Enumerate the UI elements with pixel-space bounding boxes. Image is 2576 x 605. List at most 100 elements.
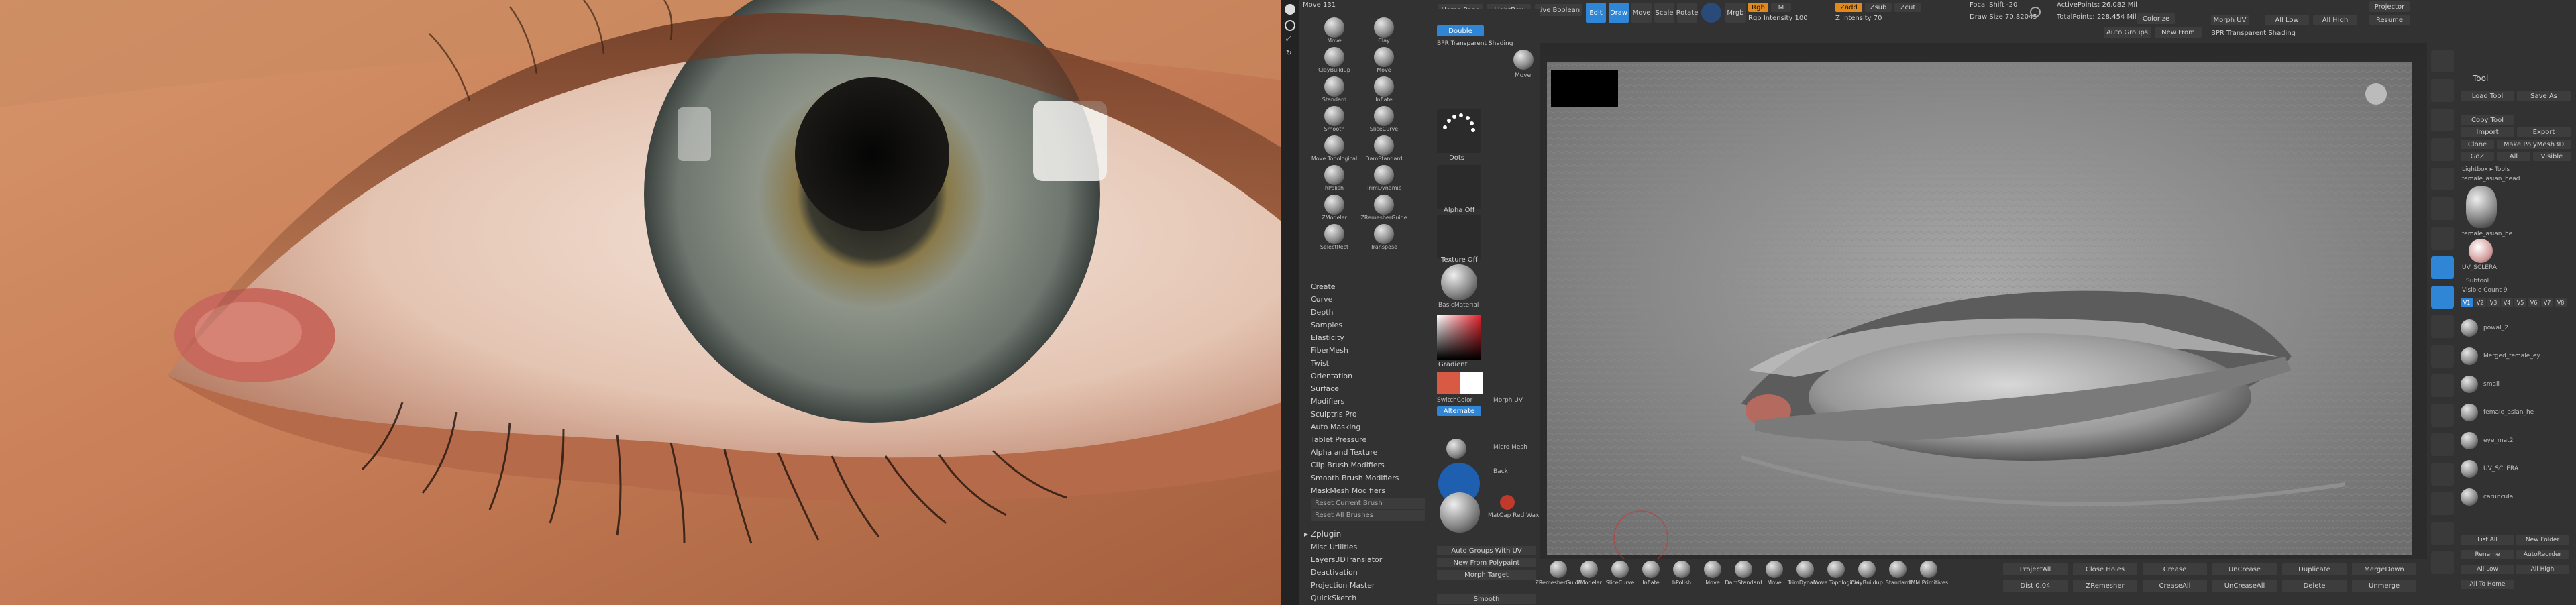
plugin-item[interactable]: Layers3DTranslator	[1299, 553, 1433, 566]
shelf-brush[interactable]: Move Topological	[1813, 561, 1859, 601]
shelf-button[interactable]: MergeDown	[2352, 563, 2416, 575]
matcap-sphere[interactable]	[1440, 492, 1480, 533]
double-button[interactable]: Double	[1437, 25, 1484, 36]
edit-button[interactable]: Edit	[1586, 3, 1606, 23]
subtool-row[interactable]: Merged_female_ey	[2461, 342, 2575, 370]
all-low-button[interactable]: All Low	[2265, 15, 2309, 25]
plugin-item[interactable]: QuickSketch	[1299, 592, 1433, 604]
new-from-polypaint-button[interactable]: New From Polypaint	[1437, 558, 1536, 567]
brush-item[interactable]: Move Topological	[1311, 135, 1358, 162]
tool-title[interactable]: Tool	[2473, 74, 2488, 83]
shelf-brush[interactable]: Inflate	[1635, 561, 1666, 601]
brush-menu-item[interactable]: Modifiers	[1299, 395, 1433, 408]
subtool-row[interactable]: caruncula	[2461, 483, 2575, 511]
view-tool-icon[interactable]	[2431, 492, 2454, 515]
subtool-action-button[interactable]: All Low	[2461, 565, 2514, 574]
alternate-button[interactable]: Alternate	[1437, 406, 1481, 416]
subtool-row[interactable]: eye_mat2	[2461, 427, 2575, 455]
shelf-button[interactable]: Crease	[2143, 563, 2207, 575]
plugin-item[interactable]: Misc Utilities	[1299, 541, 1433, 553]
brush-menu-item[interactable]: FiberMesh	[1299, 344, 1433, 357]
shelf-brush[interactable]: hPolish	[1666, 561, 1697, 601]
shelf-button[interactable]: Duplicate	[2282, 563, 2347, 575]
gizmo-head-icon[interactable]	[2365, 83, 2387, 105]
main-color-swatch[interactable]	[1437, 372, 1460, 394]
brush-item[interactable]: Clay	[1360, 17, 1407, 44]
view-tool-icon[interactable]	[2431, 79, 2454, 102]
brush-menu-item[interactable]: MaskMesh Modifiers	[1299, 484, 1433, 497]
shelf-brush[interactable]: SliceCurve	[1605, 561, 1635, 601]
subtool-action-button[interactable]: All High	[2516, 565, 2569, 574]
subtool-row[interactable]: UV_SCLERA	[2461, 455, 2575, 483]
subtool-view-button[interactable]: V6	[2528, 298, 2540, 307]
brush-item[interactable]: hPolish	[1311, 165, 1358, 192]
shelf-button[interactable]: Close Holes	[2073, 563, 2137, 575]
new-from-button[interactable]: New From	[2155, 27, 2202, 38]
scale-button[interactable]: Scale	[1654, 3, 1674, 23]
subtool-view-button[interactable]: V5	[2514, 298, 2526, 307]
alpha-thumb[interactable]	[1437, 165, 1481, 209]
brush-item[interactable]: Smooth	[1311, 106, 1358, 133]
shelf-button[interactable]: Dist 0.04	[2003, 580, 2068, 592]
goz-button[interactable]: GoZ	[2461, 152, 2494, 161]
rotate-button[interactable]: Rotate	[1676, 3, 1698, 23]
brush-menu-item[interactable]: Samples	[1299, 319, 1433, 331]
load-tool-button[interactable]: Load Tool	[2461, 91, 2514, 101]
brush-menu-item[interactable]: Tablet Pressure	[1299, 433, 1433, 446]
brush-item[interactable]: Inflate	[1360, 76, 1407, 103]
make-polymesh-button[interactable]: Make PolyMesh3D	[2497, 140, 2571, 149]
material-sphere[interactable]	[1441, 264, 1477, 300]
reset-brush-button[interactable]: Reset Current Brush	[1311, 498, 1425, 509]
micro-mesh-label[interactable]: Micro Mesh	[1493, 444, 1527, 451]
brush-menu-item[interactable]: Auto Masking	[1299, 421, 1433, 433]
subtool-row[interactable]: small	[2461, 370, 2575, 398]
shelf-brush[interactable]: ZRemesherGuide	[1535, 561, 1582, 601]
view-tool-icon[interactable]	[2431, 138, 2454, 161]
subtool-action-button[interactable]: Rename	[2461, 550, 2514, 559]
brush-item[interactable]: SliceCurve	[1360, 106, 1407, 133]
visible-button[interactable]: Visible	[2533, 152, 2571, 161]
morph-target-button[interactable]: Morph Target	[1437, 570, 1536, 580]
brush-item[interactable]: ZRemesherGuide	[1360, 195, 1407, 221]
shelf-button[interactable]: Delete	[2282, 580, 2347, 592]
dynamic-icon[interactable]	[2030, 7, 2041, 17]
view-tool-icon[interactable]	[2431, 374, 2454, 397]
subtool-header[interactable]: Subtool	[2466, 278, 2489, 284]
save-as-button[interactable]: Save As	[2517, 91, 2571, 101]
brush-item[interactable]: Standard	[1311, 76, 1358, 103]
plugin-item[interactable]: Deactivation	[1299, 566, 1433, 579]
red-wax-icon[interactable]	[1500, 495, 1515, 510]
subtool-action-button[interactable]: New Folder	[2516, 535, 2569, 545]
z-intensity-slider[interactable]: Z Intensity 70	[1835, 15, 1882, 22]
move-brush-thumb[interactable]	[1513, 50, 1534, 70]
import-button[interactable]: Import	[2461, 127, 2514, 137]
brush-menu-item[interactable]: Alpha and Texture	[1299, 446, 1433, 459]
mrgb-button[interactable]: Mrgb	[1725, 3, 1746, 23]
brush-item[interactable]: SelectRect	[1311, 224, 1358, 251]
clone-button[interactable]: Clone	[2461, 140, 2494, 149]
dots-stroke-thumb[interactable]	[1437, 109, 1481, 153]
refresh-icon[interactable]: ↻	[1286, 50, 1291, 57]
brush-item[interactable]: ZModeler	[1311, 195, 1358, 221]
rgb-intensity-slider[interactable]: Rgb Intensity 100	[1748, 15, 1808, 22]
shelf-button[interactable]: Unmerge	[2352, 580, 2416, 592]
projector-button[interactable]: Projector	[2369, 1, 2410, 12]
brush-menu-item[interactable]: Smooth Brush Modifiers	[1299, 472, 1433, 484]
live-boolean-button[interactable]: Live Boolean	[1535, 4, 1582, 16]
brush-item[interactable]: Transpose	[1360, 224, 1407, 251]
brush-item[interactable]: DamStandard	[1360, 135, 1407, 162]
shelf-button[interactable]: ZRemesher	[2073, 580, 2137, 592]
secondary-color-swatch[interactable]	[1460, 372, 1483, 394]
draw-button[interactable]: Draw	[1609, 3, 1629, 23]
shelf-button[interactable]: CreaseAll	[2143, 580, 2207, 592]
shelf-button[interactable]: UnCreaseAll	[2212, 580, 2277, 592]
zplugin-header[interactable]: ▸ Zplugin	[1299, 528, 1433, 541]
focal-shift-slider[interactable]: Focal Shift -20	[1970, 1, 2017, 9]
subtool-action-button[interactable]: All To Home	[2461, 580, 2514, 589]
record-icon[interactable]	[1285, 4, 1295, 15]
sclera-thumb[interactable]	[2469, 239, 2493, 263]
shelf-brush[interactable]: Move	[1759, 561, 1790, 601]
zcut-button[interactable]: Zcut	[1894, 3, 1921, 12]
draw-size-slider[interactable]: Draw Size 70.82045	[1970, 13, 2037, 21]
rgb-button[interactable]: Rgb	[1748, 3, 1768, 12]
